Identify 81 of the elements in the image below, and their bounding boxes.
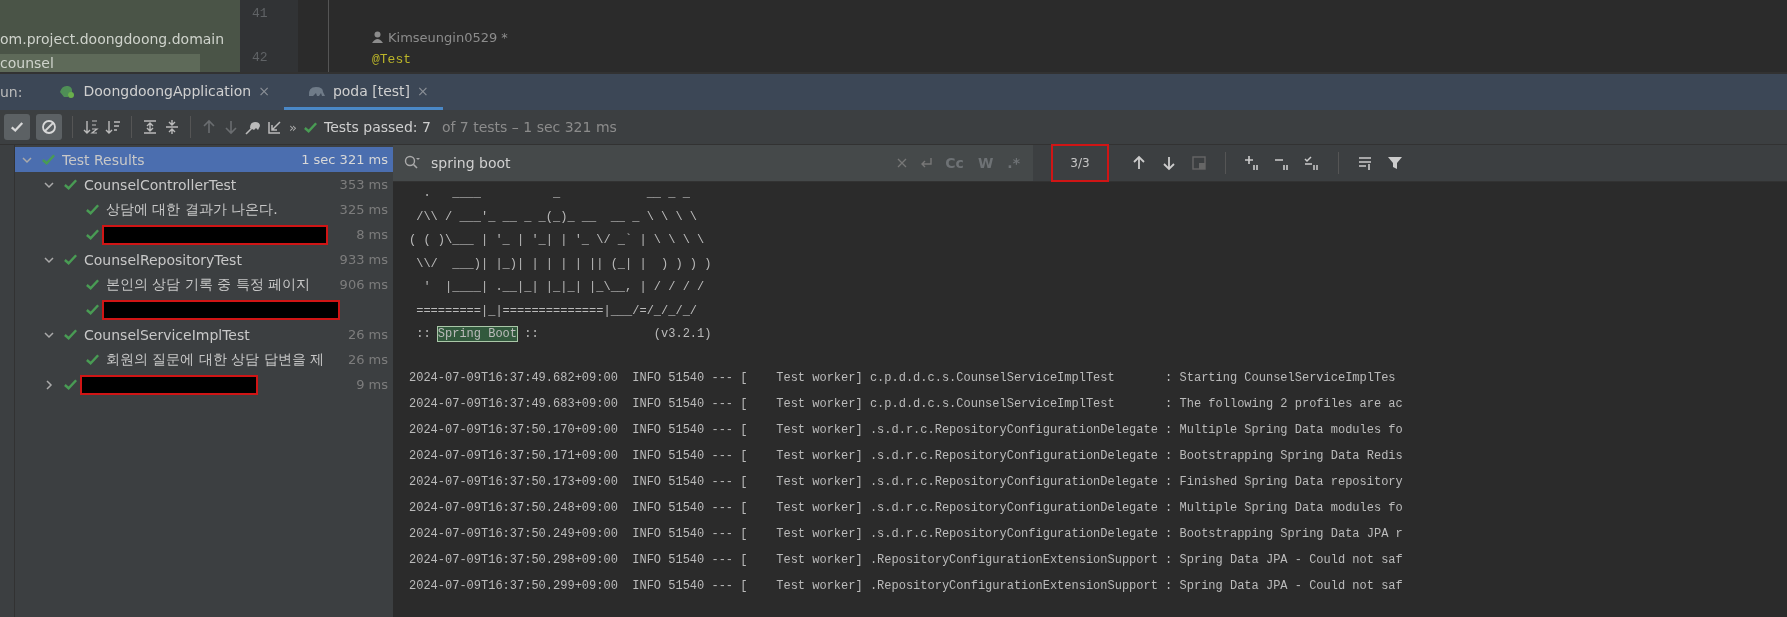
test-duration: 9 ms [355, 377, 389, 392]
test-tree-row[interactable]: 상담에 대한 결과가 나온다. 325 ms [15, 197, 393, 222]
test-tree-row[interactable]: 8 ms [15, 222, 393, 247]
check-icon[interactable] [85, 277, 100, 292]
test-duration: 325 ms [338, 202, 389, 217]
check-icon[interactable] [63, 252, 78, 267]
test-tree-row[interactable]: 9 ms [15, 372, 393, 397]
test-tree-row[interactable]: CounselControllerTest 353 ms [15, 172, 393, 197]
test-duration: 8 ms [355, 227, 389, 242]
test-name: 본인의 상담 기록 중 특정 페이지 [106, 275, 311, 294]
project-tree-item[interactable]: om.project.doongdoong.domain [0, 30, 240, 48]
log-line: 2024-07-09T16:37:50.298+09:00 INFO 51540 --- [ Test worker] .RepositoryConfigurationExtensionSupport : Spring Data JPA - Could not saf [409, 551, 1404, 569]
check-icon[interactable] [85, 227, 100, 242]
log-line: 2024-07-09T16:37:50.173+09:00 INFO 51540 --- [ Test worker] .s.d.r.c.RepositoryConfigurationDelegate : Finished Spring Data repository [409, 473, 1404, 491]
show-ignored-toggle[interactable] [36, 114, 62, 140]
test-name: CounselRepositoryTest [84, 251, 242, 268]
code-annotation: @Test [372, 51, 411, 67]
test-tree-row[interactable]: Test Results 1 sec 321 ms [15, 147, 393, 172]
sort-alpha-icon[interactable] [83, 119, 99, 135]
console-line: \\/ ___)| |_)| | | | | || (_| | ) ) ) ) [415, 255, 713, 273]
export-arrow-icon[interactable] [267, 119, 283, 135]
check-icon[interactable] [63, 177, 78, 192]
project-tree-item[interactable]: counsel [0, 54, 200, 72]
prohibited-icon[interactable] [41, 119, 57, 135]
console-line: . ____ _ __ _ _ [422, 185, 691, 202]
log-line: 2024-07-09T16:37:50.171+09:00 INFO 51540 --- [ Test worker] .s.d.r.c.RepositoryConfigurationDelegate : Bootstrapping Spring Data Redis [409, 447, 1404, 465]
test-status: Tests passed: 7 [323, 119, 431, 135]
test-name: CounselServiceImplTest [84, 326, 250, 343]
filter-icon[interactable] [1387, 155, 1403, 171]
match-count: 3/3 [1051, 144, 1109, 182]
test-duration: 26 ms [346, 327, 389, 342]
test-name: 회원의 질문에 대한 상담 답변을 제 [106, 350, 325, 369]
more-icon[interactable]: » [289, 119, 297, 135]
test-name: Test Results [62, 151, 145, 168]
test-name: 상담에 대한 결과가 나온다. [106, 200, 278, 219]
check-icon[interactable] [63, 327, 78, 342]
test-tree-row[interactable]: CounselRepositoryTest 933 ms [15, 247, 393, 272]
check-icon[interactable] [41, 152, 56, 167]
arrow-up-icon[interactable] [1131, 155, 1147, 171]
console-line: =========|_|==============|___/=/_/_/_/ [415, 302, 699, 320]
close-icon[interactable]: × [258, 82, 270, 99]
select-all-occurrences-icon[interactable] [1304, 155, 1320, 171]
collapse-all-icon[interactable] [164, 119, 180, 135]
test-duration: 26 ms [346, 352, 389, 367]
log-line: 2024-07-09T16:37:49.683+09:00 INFO 51540 --- [ Test worker] c.p.d.d.c.s.CounselServiceImplTest : The following 2 profiles are ac [409, 395, 1404, 413]
log-line: 2024-07-09T16:37:49.682+09:00 INFO 51540 --- [ Test worker] c.p.d.d.c.s.CounselServiceImplTest : Starting CounselServiceImplTes [409, 369, 1397, 387]
test-tree-row[interactable]: 회원의 질문에 대한 상담 답변을 제 26 ms [15, 347, 393, 372]
log-line: 2024-07-09T16:37:50.170+09:00 INFO 51540 --- [ Test worker] .s.d.r.c.RepositoryConfigurationDelegate : Multiple Spring Data modules fo [409, 421, 1404, 439]
add-occurrence-icon[interactable] [1244, 155, 1260, 171]
show-passed-toggle[interactable] [4, 114, 30, 140]
arrow-down-icon[interactable] [1161, 155, 1177, 171]
console-line: /\\ / ___'_ __ _ _(_)_ __ __ _ \ \ \ \ [415, 208, 699, 226]
sort-duration-icon[interactable] [105, 119, 121, 135]
run-tab[interactable]: DoongdoongApplication × [36, 74, 284, 110]
test-tree-row[interactable]: 본인의 상담 기록 중 특정 페이지 906 ms [15, 272, 393, 297]
check-icon[interactable] [63, 377, 78, 392]
console-line: :: Spring Boot :: (v3.2.1) [415, 326, 713, 343]
log-line: 2024-07-09T16:37:50.248+09:00 INFO 51540 --- [ Test worker] .s.d.r.c.RepositoryConfigurationDelegate : Multiple Spring Data modules fo [409, 499, 1404, 517]
test-duration: 906 ms [338, 277, 389, 292]
test-name: CounselControllerTest [84, 176, 237, 193]
check-icon[interactable] [85, 352, 100, 367]
test-duration: 353 ms [338, 177, 389, 192]
person-icon [372, 31, 383, 43]
log-line: 2024-07-09T16:37:50.249+09:00 INFO 51540 --- [ Test worker] .s.d.r.c.RepositoryConfigurationDelegate : Bootstrapping Spring Data JPA r [409, 525, 1404, 543]
test-summary: of 7 tests – 1 sec 321 ms [441, 119, 617, 135]
chevron-right-icon[interactable] [43, 378, 55, 391]
close-icon[interactable]: × [417, 82, 429, 99]
run-label: un: [0, 83, 24, 102]
check-icon[interactable] [85, 202, 100, 217]
log-line: 2024-07-09T16:37:50.299+09:00 INFO 51540 --- [ Test worker] .RepositoryConfigurationExtensionSupport : Spring Data JPA - Could not saf [409, 577, 1404, 595]
elephant-arrow-icon[interactable] [245, 119, 261, 135]
code-author[interactable]: Kimseungin0529 * [388, 29, 508, 45]
text-lines-icon[interactable] [1357, 155, 1373, 171]
console-line: ' |____| .__|_| |_|_| |_\__, | / / / / [422, 279, 706, 296]
check-icon[interactable] [85, 302, 100, 317]
test-tree-row[interactable]: CounselServiceImplTest 26 ms [15, 322, 393, 347]
check-icon[interactable] [10, 120, 24, 134]
console-line: ( ( )\___ | '_ | '_| | '_ \/ _` | \ \ \ \ [409, 232, 706, 249]
search-icon[interactable] [403, 155, 421, 171]
test-duration: 933 ms [338, 252, 389, 267]
expand-all-icon[interactable] [142, 119, 158, 135]
